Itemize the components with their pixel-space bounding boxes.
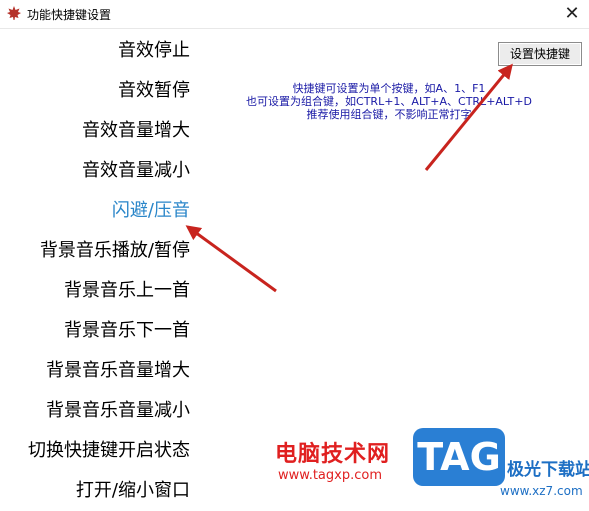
- watermark-tag-logo: TAG: [413, 428, 505, 486]
- watermark-brand: 电脑技术网: [275, 442, 391, 467]
- watermark-site: 极光下载站: [507, 460, 589, 480]
- watermark-site-url: www.xz7.com: [500, 484, 583, 498]
- arrow-to-set-button: [424, 63, 513, 171]
- watermark-url: www.tagxp.com: [278, 468, 382, 483]
- arrow-to-duck-item: [185, 225, 277, 293]
